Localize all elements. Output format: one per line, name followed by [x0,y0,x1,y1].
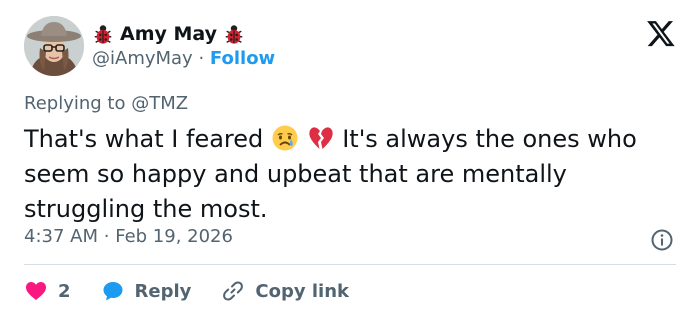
reply-handle-link[interactable]: @TMZ [131,93,188,114]
tweet-text-part1: That's what I feared [24,125,264,153]
like-count: 2 [58,280,71,302]
heart-icon [26,282,46,300]
user-handle[interactable]: @iAmyMay [92,48,193,69]
link-icon [223,281,244,301]
like-button[interactable]: 2 [24,279,71,303]
reply-label: Reply [134,280,192,302]
replying-to: Replying to @TMZ [24,93,188,114]
separator: · [198,48,205,69]
user-name-row[interactable]: Amy May [92,20,245,48]
tweet-date: Feb 19, 2026 [115,226,233,247]
tweet-card: Amy May @iAmyMay · Follow Replying to @T… [0,0,700,318]
crying-face-icon [272,125,298,151]
reply-button[interactable]: Reply [101,279,192,303]
copy-link-label: Copy link [255,280,349,302]
display-name[interactable]: Amy May [120,23,217,45]
ladybug-icon [225,25,243,44]
avatar[interactable] [24,16,84,76]
handle-row: @iAmyMay · Follow [92,48,275,69]
follow-button[interactable]: Follow [210,48,275,69]
tweet-timestamp[interactable]: 4:37 AM · Feb 19, 2026 [24,226,233,247]
separator: · [103,226,110,247]
action-bar: 2 Reply Copy link [24,275,379,307]
tweet-text: That's what I feared It's always the one… [24,122,684,227]
tweet-time: 4:37 AM [24,226,98,247]
broken-heart-icon [308,127,333,149]
ladybug-icon [94,25,112,44]
copy-link-button[interactable]: Copy link [221,279,349,303]
divider [24,264,676,265]
speech-bubble-icon [103,282,123,301]
info-icon[interactable] [650,228,674,252]
x-logo-icon[interactable] [646,18,676,48]
reply-prefix: Replying to [24,93,126,114]
